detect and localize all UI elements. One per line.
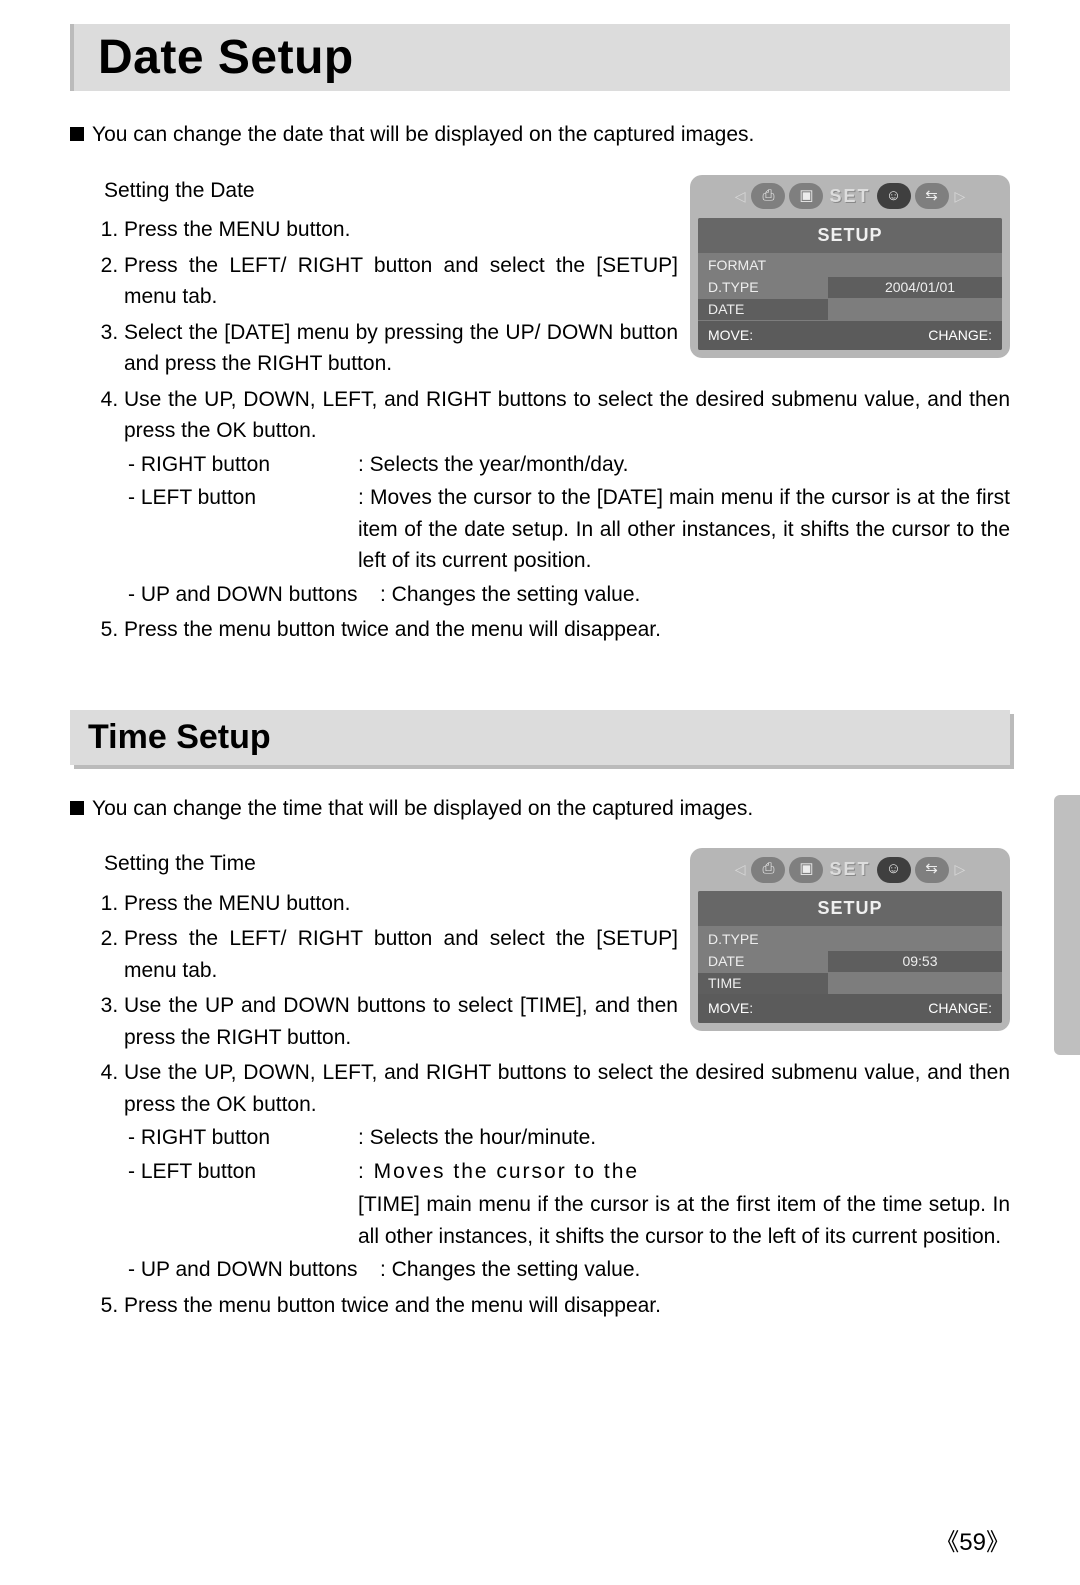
menu-row-dtype: D.TYPE 2004/01/01 [698, 277, 1002, 299]
date-camera-screen: ◁ ⎙ ▣ SET ☺ ⇆ ▷ SETUP FORMAT [690, 175, 1010, 358]
menu-label: FORMAT [698, 255, 828, 276]
menu-label: TIME [698, 973, 828, 994]
camera-tab-icon: ⎙ [751, 183, 785, 209]
menu-label: D.TYPE [698, 929, 828, 950]
tab-row: ◁ ⎙ ▣ SET ☺ ⇆ ▷ [698, 856, 1002, 891]
globe-tab-icon: ⇆ [915, 183, 949, 209]
sub-val: : Selects the hour/minute. [358, 1122, 596, 1154]
step-text: Use the UP, DOWN, LEFT, and RIGHT button… [124, 388, 1010, 443]
thumb-tab [1054, 795, 1080, 1055]
menu-panel: SETUP D.TYPE DATE 09:53 TIME [698, 891, 1002, 1023]
page-title-bar: Date Setup [70, 24, 1010, 91]
square-bullet-icon [70, 801, 84, 815]
menu-footer: MOVE: CHANGE: [698, 321, 1002, 350]
time-content: You can change the time that will be dis… [70, 793, 1010, 1326]
sub-key: - LEFT button [128, 482, 358, 577]
play-tab-icon: ▣ [789, 183, 823, 209]
time-intro: You can change the time that will be dis… [70, 793, 1010, 825]
date-intro-text: You can change the date that will be dis… [92, 119, 754, 151]
sub-key-empty [128, 1189, 358, 1252]
sub-key: - UP and DOWN buttons [128, 1254, 380, 1286]
triangle-right-icon: ▷ [953, 859, 968, 880]
square-bullet-icon [70, 127, 84, 141]
page-number: 《59》 [935, 1522, 1010, 1557]
menu-value: 09:53 [828, 951, 1002, 972]
menu-label: DATE [698, 951, 828, 972]
menu-label: D.TYPE [698, 277, 828, 298]
footer-move: MOVE: [708, 998, 753, 1019]
menu-row-date: DATE 09:53 [698, 950, 1002, 972]
sub-key: - RIGHT button [128, 449, 358, 481]
globe-tab-icon: ⇆ [915, 857, 949, 883]
section-title: Time Setup [88, 718, 992, 757]
page-number-value: 59 [959, 1529, 986, 1556]
menu-label: DATE [698, 299, 828, 320]
step-text: Use the UP, DOWN, LEFT, and RIGHT button… [124, 1061, 1010, 1116]
menu-row-dtype: D.TYPE [698, 928, 1002, 950]
menu-header: SETUP [698, 218, 1002, 253]
set-tab-label: SET [827, 856, 872, 883]
date-step-5: Press the menu button twice and the menu… [124, 614, 1010, 646]
time-step-5: Press the menu button twice and the menu… [124, 1290, 1010, 1322]
time-step-4: Use the UP, DOWN, LEFT, and RIGHT button… [124, 1057, 1010, 1286]
menu-header: SETUP [698, 891, 1002, 926]
date-content: You can change the date that will be dis… [70, 119, 1010, 650]
footer-change: CHANGE: [928, 998, 992, 1019]
set-tab-label: SET [827, 183, 872, 210]
triangle-right-icon: ▷ [953, 186, 968, 207]
menu-footer: MOVE: CHANGE: [698, 994, 1002, 1023]
footer-change: CHANGE: [928, 325, 992, 346]
triangle-left-icon: ◁ [733, 859, 748, 880]
menu-row-date: DATE [698, 299, 1002, 321]
footer-move: MOVE: [708, 325, 753, 346]
menu-panel: SETUP FORMAT D.TYPE 2004/01/01 DATE [698, 218, 1002, 350]
camera-tab-icon: ⎙ [751, 857, 785, 883]
time-camera-screen: ◁ ⎙ ▣ SET ☺ ⇆ ▷ SETUP D.TYPE [690, 848, 1010, 1031]
section-title-bar: Time Setup [70, 710, 1010, 765]
date-intro: You can change the date that will be dis… [70, 119, 1010, 151]
menu-row-time: TIME [698, 972, 1002, 994]
sub-key: - UP and DOWN buttons [128, 579, 380, 611]
menu-row-format: FORMAT [698, 255, 1002, 277]
sub-val: : Changes the setting value. [380, 1254, 640, 1286]
menu-value: 2004/01/01 [828, 277, 1002, 298]
tab-row: ◁ ⎙ ▣ SET ☺ ⇆ ▷ [698, 183, 1002, 218]
sub-key: - LEFT button [128, 1156, 358, 1188]
sub-val: : Moves the cursor to the [358, 1156, 1010, 1188]
sub-val: : Selects the year/month/day. [358, 449, 628, 481]
person-tab-icon: ☺ [877, 183, 911, 209]
date-step-4: Use the UP, DOWN, LEFT, and RIGHT button… [124, 384, 1010, 611]
sub-val: [TIME] main menu if the cursor is at the… [358, 1189, 1010, 1252]
sub-val: : Changes the setting value. [380, 579, 640, 611]
play-tab-icon: ▣ [789, 857, 823, 883]
page-title: Date Setup [98, 30, 1000, 85]
time-intro-text: You can change the time that will be dis… [92, 793, 753, 825]
triangle-left-icon: ◁ [733, 186, 748, 207]
person-tab-icon: ☺ [877, 857, 911, 883]
sub-key: - RIGHT button [128, 1122, 358, 1154]
sub-val: : Moves the cursor to the [DATE] main me… [358, 482, 1010, 577]
